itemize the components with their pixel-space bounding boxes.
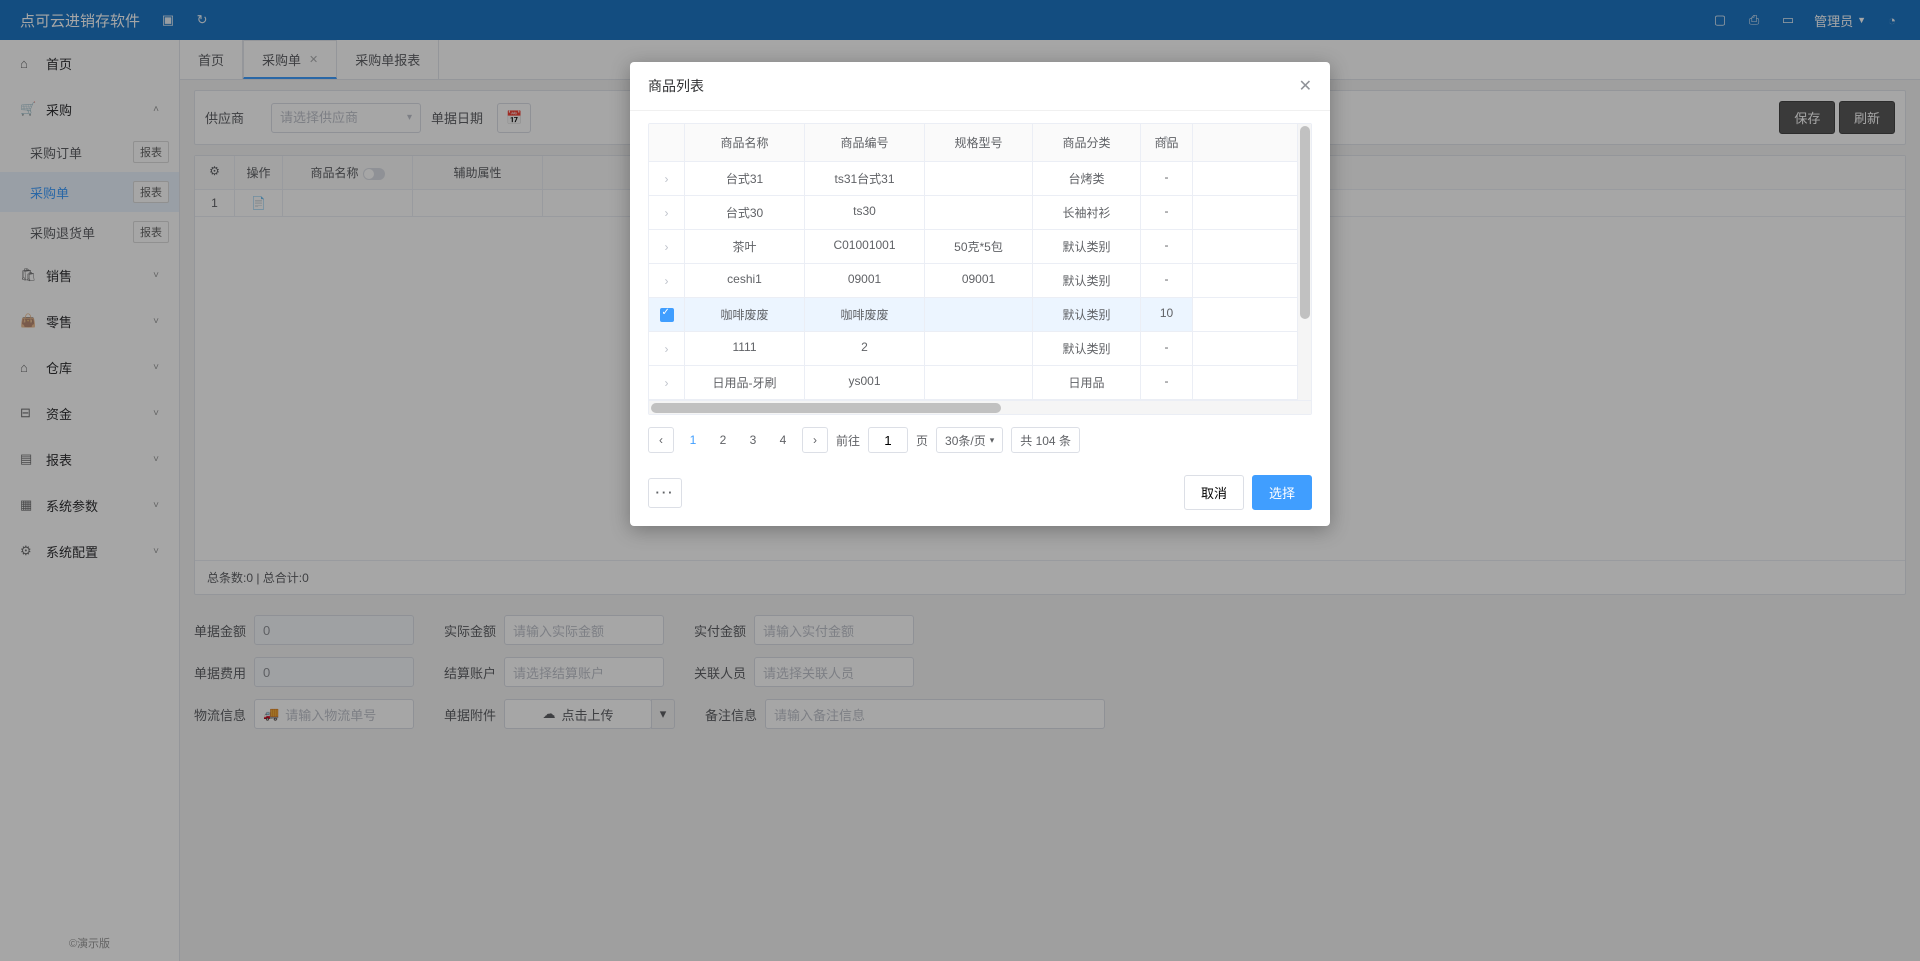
cell-code: 09001 — [805, 264, 925, 297]
prev-page-button[interactable]: ‹ — [648, 427, 674, 453]
cell-code: C01001001 — [805, 230, 925, 263]
row-checkbox[interactable]: › — [649, 264, 685, 297]
row-checkbox[interactable]: › — [649, 162, 685, 195]
select-button[interactable]: 选择 — [1252, 475, 1312, 510]
cell-cat: 日用品 — [1033, 366, 1141, 399]
col-last: 商品✎ — [1141, 124, 1193, 161]
page-suffix: 页 — [916, 432, 928, 449]
page-2[interactable]: 2 — [712, 433, 734, 447]
expand-icon: › — [665, 376, 669, 390]
product-list-modal: 商品列表 ✕ 商品名称 商品编号 规格型号 商品分类 商品✎ › 台式31ts31… — [630, 62, 1330, 526]
modal-footer: ··· 取消 选择 — [630, 465, 1330, 526]
cancel-button[interactable]: 取消 — [1184, 475, 1244, 510]
checkbox-header — [649, 124, 685, 161]
cell-last: - — [1141, 366, 1193, 399]
expand-icon: › — [665, 172, 669, 186]
cell-code: ts30 — [805, 196, 925, 229]
edit-columns-icon[interactable]: ✎ — [1163, 134, 1172, 147]
col-name: 商品名称 — [685, 124, 805, 161]
table-row[interactable]: › 台式30ts30 长袖衬衫- — [649, 196, 1311, 230]
cell-code: ys001 — [805, 366, 925, 399]
row-checkbox[interactable]: › — [649, 230, 685, 263]
row-checkbox[interactable]: › — [649, 332, 685, 365]
page-size-select[interactable]: 30条/页▾ — [936, 427, 1003, 453]
cell-name: 台式30 — [685, 196, 805, 229]
expand-icon: › — [665, 342, 669, 356]
modal-title: 商品列表 — [648, 76, 704, 96]
cell-last: - — [1141, 196, 1193, 229]
cell-spec — [925, 298, 1033, 331]
pagination: ‹ 1 2 3 4 › 前往 页 30条/页▾ 共 104 条 — [648, 427, 1312, 453]
modal-header: 商品列表 ✕ — [630, 62, 1330, 111]
cell-code: 2 — [805, 332, 925, 365]
cell-last: 10 — [1141, 298, 1193, 331]
cell-name: 1111 — [685, 332, 805, 365]
horizontal-scrollbar[interactable] — [649, 400, 1311, 414]
cell-spec: 09001 — [925, 264, 1033, 297]
expand-icon: › — [665, 206, 669, 220]
page-1[interactable]: 1 — [682, 433, 704, 447]
cell-spec — [925, 332, 1033, 365]
row-checkbox[interactable]: › — [649, 366, 685, 399]
cell-name: 茶叶 — [685, 230, 805, 263]
cell-last: - — [1141, 230, 1193, 263]
vertical-scrollbar[interactable] — [1297, 124, 1311, 400]
next-page-button[interactable]: › — [802, 427, 828, 453]
cell-cat: 默认类别 — [1033, 298, 1141, 331]
cell-spec: 50克*5包 — [925, 230, 1033, 263]
table-row[interactable]: ›ceshi10900109001默认类别- — [649, 264, 1311, 298]
modal-close-icon[interactable]: ✕ — [1299, 76, 1312, 96]
cell-spec — [925, 162, 1033, 195]
cell-spec — [925, 366, 1033, 399]
cell-name: ceshi1 — [685, 264, 805, 297]
table-row[interactable]: › 茶叶C0100100150克*5包默认类别- — [649, 230, 1311, 264]
expand-icon: › — [665, 240, 669, 254]
table-row[interactable]: › 日用品-牙刷ys001 日用品- — [649, 366, 1311, 400]
col-spec: 规格型号 — [925, 124, 1033, 161]
cell-last: - — [1141, 162, 1193, 195]
table-row[interactable]: 咖啡废废咖啡废废 默认类别10 — [649, 298, 1311, 332]
cell-cat: 长袖衬衫 — [1033, 196, 1141, 229]
page-4[interactable]: 4 — [772, 433, 794, 447]
cell-cat: 默认类别 — [1033, 332, 1141, 365]
cell-name: 台式31 — [685, 162, 805, 195]
more-button[interactable]: ··· — [648, 478, 682, 508]
goto-label: 前往 — [836, 432, 860, 449]
modal-body: 商品名称 商品编号 规格型号 商品分类 商品✎ › 台式31ts31台式31 台烤类… — [630, 111, 1330, 465]
row-checkbox[interactable]: › — [649, 196, 685, 229]
cell-spec — [925, 196, 1033, 229]
cell-name: 咖啡废废 — [685, 298, 805, 331]
col-code: 商品编号 — [805, 124, 925, 161]
cell-code: 咖啡废废 — [805, 298, 925, 331]
row-checkbox[interactable] — [649, 298, 685, 331]
total-count: 共 104 条 — [1011, 427, 1080, 453]
cell-cat: 台烤类 — [1033, 162, 1141, 195]
table-row[interactable]: › 11112 默认类别- — [649, 332, 1311, 366]
cell-cat: 默认类别 — [1033, 230, 1141, 263]
cell-name: 日用品-牙刷 — [685, 366, 805, 399]
expand-icon: › — [665, 274, 669, 288]
page-3[interactable]: 3 — [742, 433, 764, 447]
cell-cat: 默认类别 — [1033, 264, 1141, 297]
cell-last: - — [1141, 264, 1193, 297]
table-row[interactable]: › 台式31ts31台式31 台烤类- — [649, 162, 1311, 196]
table-header: 商品名称 商品编号 规格型号 商品分类 商品✎ — [649, 124, 1311, 162]
cell-last: - — [1141, 332, 1193, 365]
cell-code: ts31台式31 — [805, 162, 925, 195]
goto-page-input[interactable] — [868, 427, 908, 453]
col-cat: 商品分类 — [1033, 124, 1141, 161]
product-table: 商品名称 商品编号 规格型号 商品分类 商品✎ › 台式31ts31台式31 台烤类… — [648, 123, 1312, 415]
